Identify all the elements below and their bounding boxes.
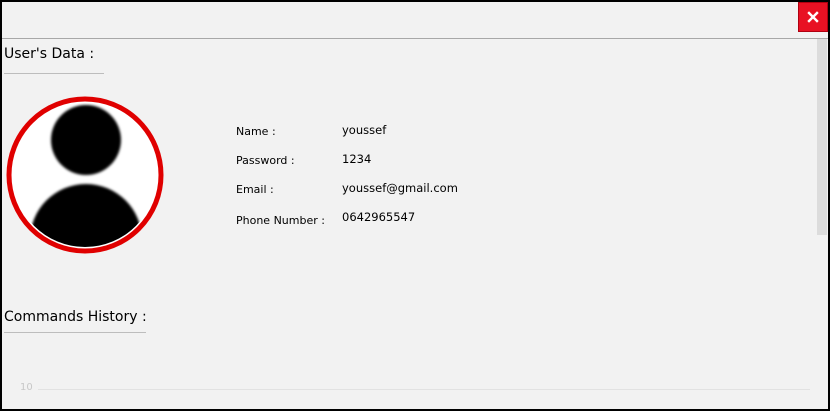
password-label: Password : [236, 154, 295, 167]
close-button[interactable] [798, 2, 828, 32]
user-avatar-icon [6, 96, 164, 254]
user-data-title: User's Data : [4, 46, 95, 62]
password-value: 1234 [342, 152, 372, 166]
commands-history-chart: 10 [16, 372, 810, 408]
commands-history-title: Commands History : [4, 309, 147, 325]
user-avatar [4, 94, 166, 256]
scrollbar-thumb[interactable] [817, 39, 827, 235]
email-label: Email : [236, 183, 274, 196]
title-bar [2, 2, 828, 39]
phone-number-label: Phone Number : [236, 214, 325, 227]
commands-history-divider [4, 332, 146, 333]
history-axis-tick: 10 [20, 382, 33, 393]
history-gridline [38, 389, 810, 390]
user-details-window: User's Data : Name : youssef Password : … [0, 0, 830, 411]
email-value: youssef@gmail.com [342, 181, 458, 195]
user-data-divider [4, 73, 104, 74]
name-label: Name : [236, 125, 276, 138]
name-value: youssef [342, 123, 387, 137]
phone-number-value: 0642965547 [342, 210, 416, 224]
close-icon [807, 11, 819, 23]
